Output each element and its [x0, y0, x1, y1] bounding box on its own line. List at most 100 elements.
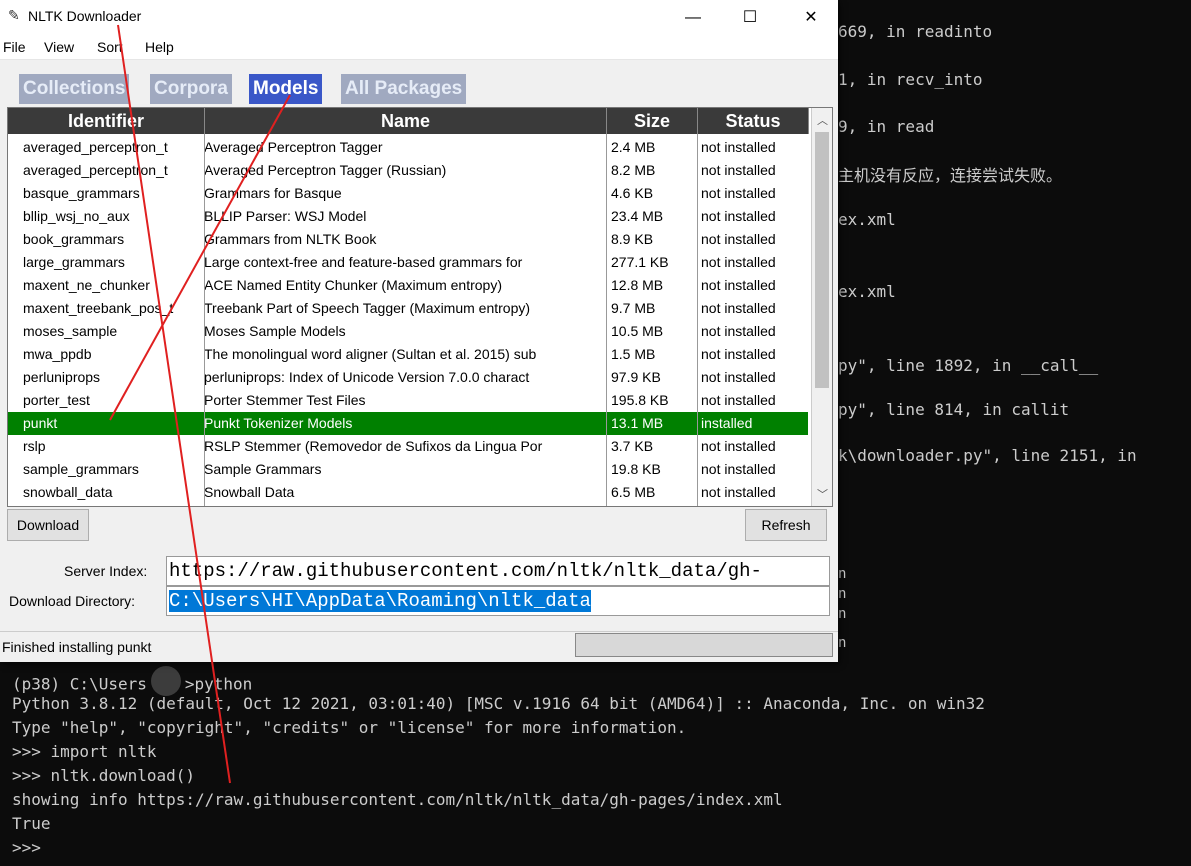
cell-status: not installed — [701, 346, 776, 362]
menu-view[interactable]: View — [44, 39, 74, 55]
scroll-up-icon[interactable]: ︿ — [817, 112, 828, 128]
terminal-right-line: n — [838, 566, 847, 582]
download-directory-input[interactable]: C:\Users\HI\AppData\Roaming\nltk_data — [166, 586, 830, 616]
refresh-button[interactable]: Refresh — [745, 509, 827, 541]
menu-sort[interactable]: Sort — [97, 39, 123, 55]
table-row[interactable]: maxent_ne_chunker ACE Named Entity Chunke… — [8, 274, 808, 297]
terminal-right-line: 1, in recv_into — [838, 70, 983, 89]
progress-bar — [575, 633, 833, 657]
tab-corpora[interactable]: Corpora — [150, 74, 232, 104]
table-row[interactable]: large_grammars Large context-free and fea… — [8, 251, 808, 274]
cell-identifier: averaged_perceptron_t — [23, 162, 168, 178]
table-row[interactable]: porter_test Porter Stemmer Test Files 195.… — [8, 389, 808, 412]
cell-identifier: averaged_perceptron_t — [23, 139, 168, 155]
cell-size: 97.9 KB — [611, 369, 661, 385]
scrollbar-thumb[interactable] — [815, 132, 829, 388]
terminal-prompt-line: (p38) C:\Users >python — [12, 666, 252, 696]
cell-identifier: rslp — [23, 438, 46, 454]
title-bar[interactable]: ✎ NLTK Downloader — ☐ ✕ — [0, 0, 838, 35]
menu-help[interactable]: Help — [145, 39, 174, 55]
table-row[interactable]: rslp RSLP Stemmer (Removedor de Sufixos d… — [8, 435, 808, 458]
terminal-line: >>> nltk.download() — [12, 766, 196, 785]
column-header-status[interactable]: Status — [698, 108, 809, 134]
cell-size: 13.1 MB — [611, 415, 664, 431]
table-row[interactable]: perluniprops perluniprops: Index of Unico… — [8, 366, 808, 389]
column-header-name[interactable]: Name — [205, 108, 607, 134]
column-header-identifier[interactable]: Identifier — [8, 108, 205, 134]
cell-name: ACE Named Entity Chunker (Maximum entrop… — [204, 277, 502, 293]
terminal-right-line: 主机没有反应，连接尝试失败。 — [838, 166, 1063, 185]
cell-size: 4.6 KB — [611, 185, 654, 201]
cell-status: not installed — [701, 323, 776, 339]
cell-status: not installed — [701, 438, 776, 454]
nltk-downloader-window: ✎ NLTK Downloader — ☐ ✕ File View Sort H… — [0, 0, 838, 662]
table-row[interactable]: maxent_treebank_pos_t Treebank Part of Sp… — [8, 297, 808, 320]
terminal-right-line: ex.xml — [838, 282, 896, 301]
terminal-line: Type "help", "copyright", "credits" or "… — [12, 718, 687, 737]
table-row[interactable]: book_grammars Grammars from NLTK Book 8.9 … — [8, 228, 808, 251]
cell-status: not installed — [701, 208, 776, 224]
cell-identifier: moses_sample — [23, 323, 118, 339]
cell-identifier: large_grammars — [23, 254, 125, 270]
cell-status: not installed — [701, 231, 776, 247]
redacted-username-blob — [150, 666, 181, 696]
table-row[interactable]: averaged_perceptron_t Averaged Perceptron… — [8, 159, 808, 182]
cell-size: 19.8 KB — [611, 461, 661, 477]
server-index-label: Server Index: — [64, 563, 148, 579]
cell-identifier: basque_grammars — [23, 185, 140, 201]
cell-identifier: mwa_ppdb — [23, 346, 92, 362]
cell-name: Grammars from NLTK Book — [204, 231, 377, 247]
tab-models[interactable]: Models — [249, 74, 323, 104]
cell-size: 8.2 MB — [611, 162, 656, 178]
table-row[interactable]: mwa_ppdb The monolingual word aligner (Su… — [8, 343, 808, 366]
maximize-button[interactable]: ☐ — [727, 0, 773, 35]
cell-status: not installed — [701, 254, 776, 270]
server-index-input[interactable]: https://raw.githubusercontent.com/nltk/n… — [166, 556, 830, 586]
menu-file[interactable]: File — [3, 39, 26, 55]
table-row[interactable]: punkt Punkt Tokenizer Models 13.1 MB instal… — [8, 412, 808, 435]
cell-size: 6.5 MB — [611, 484, 656, 500]
cell-identifier: book_grammars — [23, 231, 125, 247]
scroll-down-icon[interactable]: ﹀ — [817, 486, 828, 502]
cell-status: installed — [701, 415, 753, 431]
cell-name: Punkt Tokenizer Models — [204, 415, 353, 431]
table-row[interactable]: basque_grammars Grammars for Basque 4.6 KB… — [8, 182, 808, 205]
status-text: Finished installing punkt — [2, 639, 152, 655]
cell-size: 12.8 MB — [611, 277, 664, 293]
column-header-size[interactable]: Size — [607, 108, 698, 134]
cell-name: Large context-free and feature-based gra… — [204, 254, 523, 270]
cell-name: RSLP Stemmer (Removedor de Sufixos da Li… — [204, 438, 543, 454]
tab-collections[interactable]: Collections — [19, 74, 130, 104]
cell-identifier: punkt — [23, 415, 58, 431]
close-button[interactable]: ✕ — [788, 0, 834, 35]
cell-status: not installed — [701, 139, 776, 155]
cell-size: 277.1 KB — [611, 254, 669, 270]
tab-all-packages[interactable]: All Packages — [341, 74, 467, 104]
cell-name: Sample Grammars — [204, 461, 322, 477]
feather-icon: ✎ — [8, 7, 20, 23]
table-row[interactable]: averaged_perceptron_t Averaged Perceptron… — [8, 136, 808, 159]
terminal-line: >>> import nltk — [12, 742, 157, 761]
table-row[interactable]: sample_grammars Sample Grammars 19.8 KB not… — [8, 458, 808, 481]
minimize-button[interactable]: — — [670, 0, 716, 35]
terminal-right-line: 9, in read — [838, 117, 935, 136]
table-scrollbar[interactable]: ︿ ﹀ — [811, 108, 832, 506]
terminal-right-line: n — [838, 635, 847, 651]
table-row[interactable]: snowball_data Snowball Data 6.5 MB not inst… — [8, 481, 808, 504]
cell-status: not installed — [701, 185, 776, 201]
table-row[interactable]: moses_sample Moses Sample Models 10.5 MB no… — [8, 320, 808, 343]
terminal-right-line: 669, in readinto — [838, 22, 993, 41]
menu-bar: File View Sort Help — [0, 35, 838, 60]
cell-status: not installed — [701, 300, 776, 316]
terminal-right-line: k\downloader.py", line 2151, in — [838, 446, 1137, 465]
cell-size: 10.5 MB — [611, 323, 664, 339]
cell-identifier: maxent_ne_chunker — [23, 277, 150, 293]
cell-name: Porter Stemmer Test Files — [204, 392, 366, 408]
download-directory-value: C:\Users\HI\AppData\Roaming\nltk_data — [169, 590, 591, 612]
cell-size: 195.8 KB — [611, 392, 669, 408]
terminal-right-line: py", line 814, in callit — [838, 400, 1070, 419]
download-button[interactable]: Download — [7, 509, 89, 541]
table-row[interactable]: bllip_wsj_no_aux BLLIP Parser: WSJ Model 2… — [8, 205, 808, 228]
cell-name: Treebank Part of Speech Tagger (Maximum … — [204, 300, 531, 316]
cell-status: not installed — [701, 484, 776, 500]
